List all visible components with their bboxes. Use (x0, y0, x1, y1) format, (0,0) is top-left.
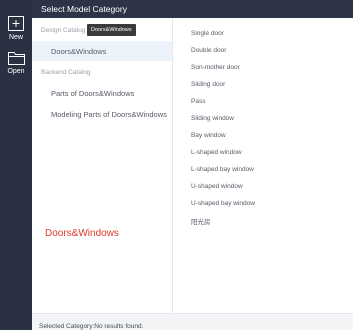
dialog-title: Select Model Category (32, 0, 353, 18)
new-file-icon (8, 16, 24, 31)
open-button[interactable]: Open (0, 51, 32, 75)
new-label: New (8, 34, 23, 41)
subcategory-item[interactable]: Son-mother door (191, 64, 240, 71)
subcategory-item[interactable]: Pass (191, 98, 205, 105)
subcategory-item[interactable]: U-shaped bay window (191, 200, 255, 207)
folder-icon (7, 52, 25, 65)
subcategory-item[interactable]: L-shaped window (191, 149, 242, 156)
selected-category-label: Doors&Windows (45, 228, 119, 239)
subcategory-panel: Single door Double door Son-mother door … (173, 18, 353, 313)
subcategory-item[interactable]: Sliding window (191, 115, 234, 122)
catalog-item-parts-doors-windows[interactable]: Parts of Doors&Windows (32, 83, 172, 103)
catalog-item-doors-windows[interactable]: Doors&Windows (32, 41, 172, 61)
subcategory-item[interactable]: L-shaped bay window (191, 166, 254, 173)
catalog-item-modeling-parts[interactable]: Modeling Parts of Doors&Windows (32, 104, 172, 124)
subcategory-item[interactable]: Bay window (191, 132, 226, 139)
subcategory-item[interactable]: U-shaped window (191, 183, 243, 190)
tooltip: Doors&Windows (87, 24, 136, 36)
subcategory-item[interactable]: 阳光房 (191, 216, 211, 226)
status-bar: Selected Category:No results found. (32, 313, 353, 330)
backend-catalog-label: Backend Catalog (41, 69, 91, 76)
subcategory-item[interactable]: Double door (191, 47, 226, 54)
subcategory-item[interactable]: Single door (191, 30, 224, 37)
new-button[interactable]: New (0, 16, 32, 41)
select-model-category-dialog: Select Model Category Design Catalog Doo… (32, 0, 353, 330)
subcategory-item[interactable]: Sliding door (191, 81, 225, 88)
open-label: Open (7, 68, 25, 75)
catalog-panel: Design Catalog Doors&Windows Backend Cat… (32, 18, 172, 313)
design-catalog-label: Design Catalog (41, 27, 86, 34)
left-toolbar: New Open (0, 0, 32, 330)
